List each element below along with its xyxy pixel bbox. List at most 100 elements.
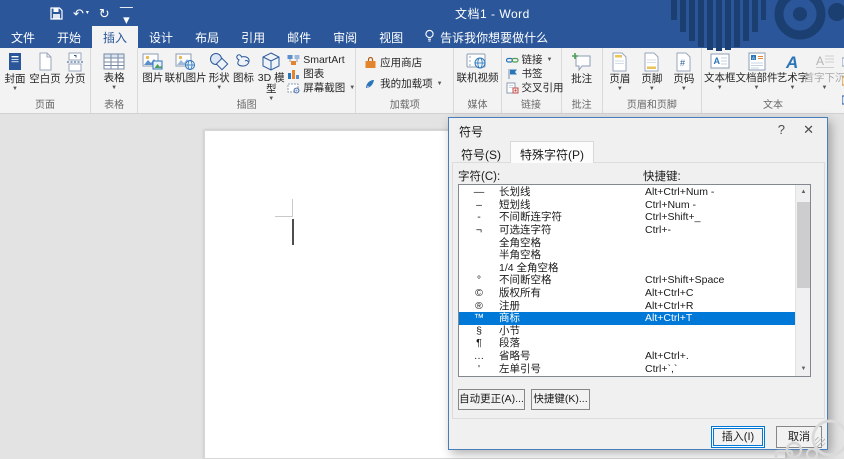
3d-models-button[interactable]: 3D 模型 ▼ — [255, 50, 287, 96]
group-tables: 表格 ▼ 表格 — [91, 48, 138, 113]
ribbon-button-label: 页脚 — [641, 74, 662, 85]
picture-icon — [142, 52, 163, 71]
margin-corner-mark-horizontal — [275, 216, 293, 217]
icons-button[interactable]: 图标 — [232, 50, 256, 96]
list-item[interactable]: -不间断连字符Ctrl+Shift+_ — [459, 211, 795, 224]
char-name: 不间断连字符 — [499, 211, 645, 223]
tab-layout[interactable]: 布局 — [184, 26, 230, 48]
cross-reference-button[interactable]: 交叉引用 — [506, 81, 561, 94]
tab-special-characters[interactable]: 特殊字符(P) — [510, 141, 594, 163]
list-item[interactable]: 1/4 全角空格 — [459, 262, 795, 275]
char-symbol: – — [459, 199, 499, 211]
char-symbol: … — [459, 350, 499, 362]
list-item[interactable]: 半角空格 — [459, 249, 795, 262]
list-item[interactable]: ®注册Alt+Ctrl+R — [459, 299, 795, 312]
ribbon: 封面 ▼ 空白页 分页 页面 表格 ▼ 表格 — [0, 48, 844, 114]
list-item-selected[interactable]: ™商标Alt+Ctrl+T — [459, 312, 795, 325]
footer-button[interactable]: 页脚 ▼ — [636, 50, 668, 96]
screenshot-button[interactable]: + 屏幕截图 ▼ — [287, 81, 355, 94]
char-symbol: ¬ — [459, 224, 499, 236]
my-addins-button[interactable]: 我的加载项 ▼ — [364, 77, 453, 90]
save-icon[interactable] — [50, 7, 63, 20]
shapes-button[interactable]: 形状 ▼ — [207, 50, 232, 96]
autocorrect-button[interactable]: 自动更正(A)... — [458, 389, 525, 410]
list-scrollbar[interactable]: ▲ ▼ — [795, 185, 810, 376]
tab-review[interactable]: 审阅 — [322, 26, 368, 48]
header-button[interactable]: 页眉 ▼ — [604, 50, 636, 96]
close-icon[interactable]: ✕ — [803, 122, 814, 138]
list-item[interactable]: §小节 — [459, 325, 795, 338]
char-symbol: ° — [459, 274, 499, 286]
tab-insert[interactable]: 插入 — [92, 26, 138, 48]
text-box-button[interactable]: A 文本框 ▼ — [704, 50, 736, 96]
smartart-button[interactable]: SmartArt — [287, 53, 355, 66]
list-item[interactable]: ¬可选连字符Ctrl+- — [459, 224, 795, 237]
table-button[interactable]: 表格 ▼ — [97, 50, 131, 96]
lightbulb-icon — [424, 29, 435, 45]
insert-button[interactable]: 插入(I) — [711, 426, 765, 448]
link-icon — [506, 54, 519, 66]
link-button[interactable]: 链接 ▼ — [506, 53, 561, 66]
ribbon-button-label: 交叉引用 — [522, 80, 564, 95]
tab-symbols[interactable]: 符号(S) — [452, 143, 510, 163]
group-media: 联机视频 媒体 — [454, 48, 501, 113]
tab-file[interactable]: 文件 — [0, 26, 46, 48]
page-break-button[interactable]: 分页 — [60, 50, 90, 96]
tab-home[interactable]: 开始 — [46, 26, 92, 48]
page-number-button[interactable]: # 页码 ▼ — [668, 50, 700, 96]
customize-qat-button[interactable]: —▾ — [120, 0, 133, 26]
bookmark-button[interactable]: 书签 — [506, 67, 561, 80]
cover-page-button[interactable]: 封面 ▼ — [0, 50, 30, 96]
svg-text:A: A — [713, 56, 720, 66]
comment-button[interactable]: 批注 — [564, 50, 600, 96]
store-button[interactable]: 应用商店 — [364, 56, 453, 69]
ribbon-button-label: 图片 — [142, 73, 163, 84]
store-icon — [364, 57, 377, 69]
ribbon-button-label: 页眉 — [609, 74, 630, 85]
tab-references[interactable]: 引用 — [230, 26, 276, 48]
char-shortcut: Alt+Ctrl+Num - — [645, 186, 795, 198]
group-label: 媒体 — [454, 96, 500, 111]
tell-me-box[interactable]: 告诉我你想要做什么 — [414, 26, 558, 48]
duck-icon — [233, 52, 254, 71]
pictures-button[interactable]: 图片 — [141, 50, 165, 96]
char-name: 左单引号 — [499, 363, 645, 375]
dropdown-arrow: ▼ — [111, 85, 117, 91]
scroll-up-arrow[interactable]: ▲ — [796, 185, 811, 199]
char-symbol: ¶ — [459, 337, 499, 349]
scrollbar-thumb[interactable] — [797, 202, 810, 288]
drop-cap-button: A 首字下沉 ▼ — [808, 50, 842, 96]
header-icon — [611, 52, 628, 72]
online-pictures-button[interactable]: 联机图片 — [165, 50, 207, 96]
blank-page-button[interactable]: 空白页 — [30, 50, 60, 96]
tab-view[interactable]: 视图 — [368, 26, 414, 48]
dialog-title-bar[interactable]: 符号 ? ✕ — [449, 118, 827, 140]
list-item[interactable]: ©版权所有Alt+Ctrl+C — [459, 287, 795, 300]
ribbon-button-label: 文档部件 — [736, 73, 778, 84]
special-character-list[interactable]: —长划线Alt+Ctrl+Num - –短划线Ctrl+Num - -不间断连字… — [458, 184, 811, 377]
list-item[interactable]: –短划线Ctrl+Num - — [459, 199, 795, 212]
undo-button[interactable]: ↶▾ — [73, 7, 89, 20]
undo-dropdown-icon[interactable]: ▾ — [86, 10, 89, 16]
online-video-button[interactable]: 联机视频 — [455, 50, 499, 96]
resize-grip[interactable] — [815, 437, 825, 447]
tab-mailings[interactable]: 邮件 — [276, 26, 322, 48]
char-symbol: § — [459, 325, 499, 337]
ribbon-button-label: 文本框 — [704, 73, 736, 84]
list-item[interactable]: 全角空格 — [459, 236, 795, 249]
shortcut-key-button[interactable]: 快捷键(K)... — [531, 389, 590, 410]
ribbon-button-label: 首字下沉 — [804, 73, 844, 84]
redo-button[interactable]: ↻ — [99, 7, 110, 20]
help-icon[interactable]: ? — [778, 122, 785, 137]
comment-icon — [571, 52, 593, 72]
list-item[interactable]: °不间断空格Ctrl+Shift+Space — [459, 274, 795, 287]
list-item[interactable]: —长划线Alt+Ctrl+Num - — [459, 186, 795, 199]
char-name: 版权所有 — [499, 287, 645, 299]
chart-button[interactable]: 图表 — [287, 67, 355, 80]
tab-design[interactable]: 设计 — [138, 26, 184, 48]
quick-parts-button[interactable]: A 文档部件 ▼ — [736, 50, 778, 96]
list-item[interactable]: ¶段落 — [459, 337, 795, 350]
list-item[interactable]: '左单引号Ctrl+`,` — [459, 362, 795, 375]
scroll-down-arrow[interactable]: ▼ — [796, 362, 811, 376]
list-item[interactable]: …省略号Alt+Ctrl+. — [459, 350, 795, 363]
